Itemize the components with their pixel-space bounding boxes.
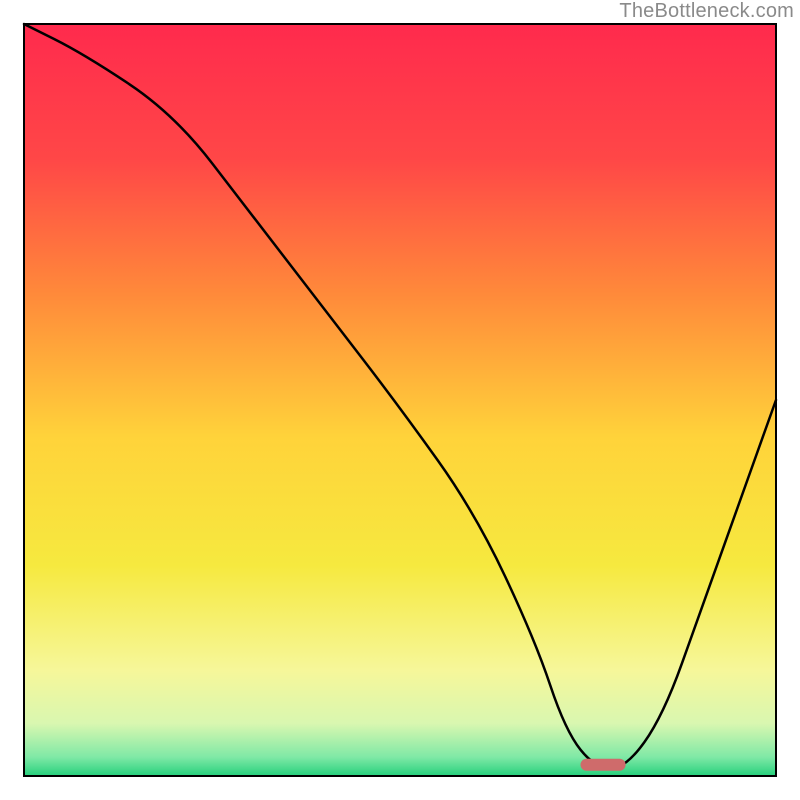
bottleneck-chart: [0, 0, 800, 800]
watermark-text: TheBottleneck.com: [619, 0, 794, 23]
chart-root: TheBottleneck.com: [0, 0, 800, 800]
plot-background: [24, 24, 776, 776]
optimal-marker: [580, 759, 625, 771]
